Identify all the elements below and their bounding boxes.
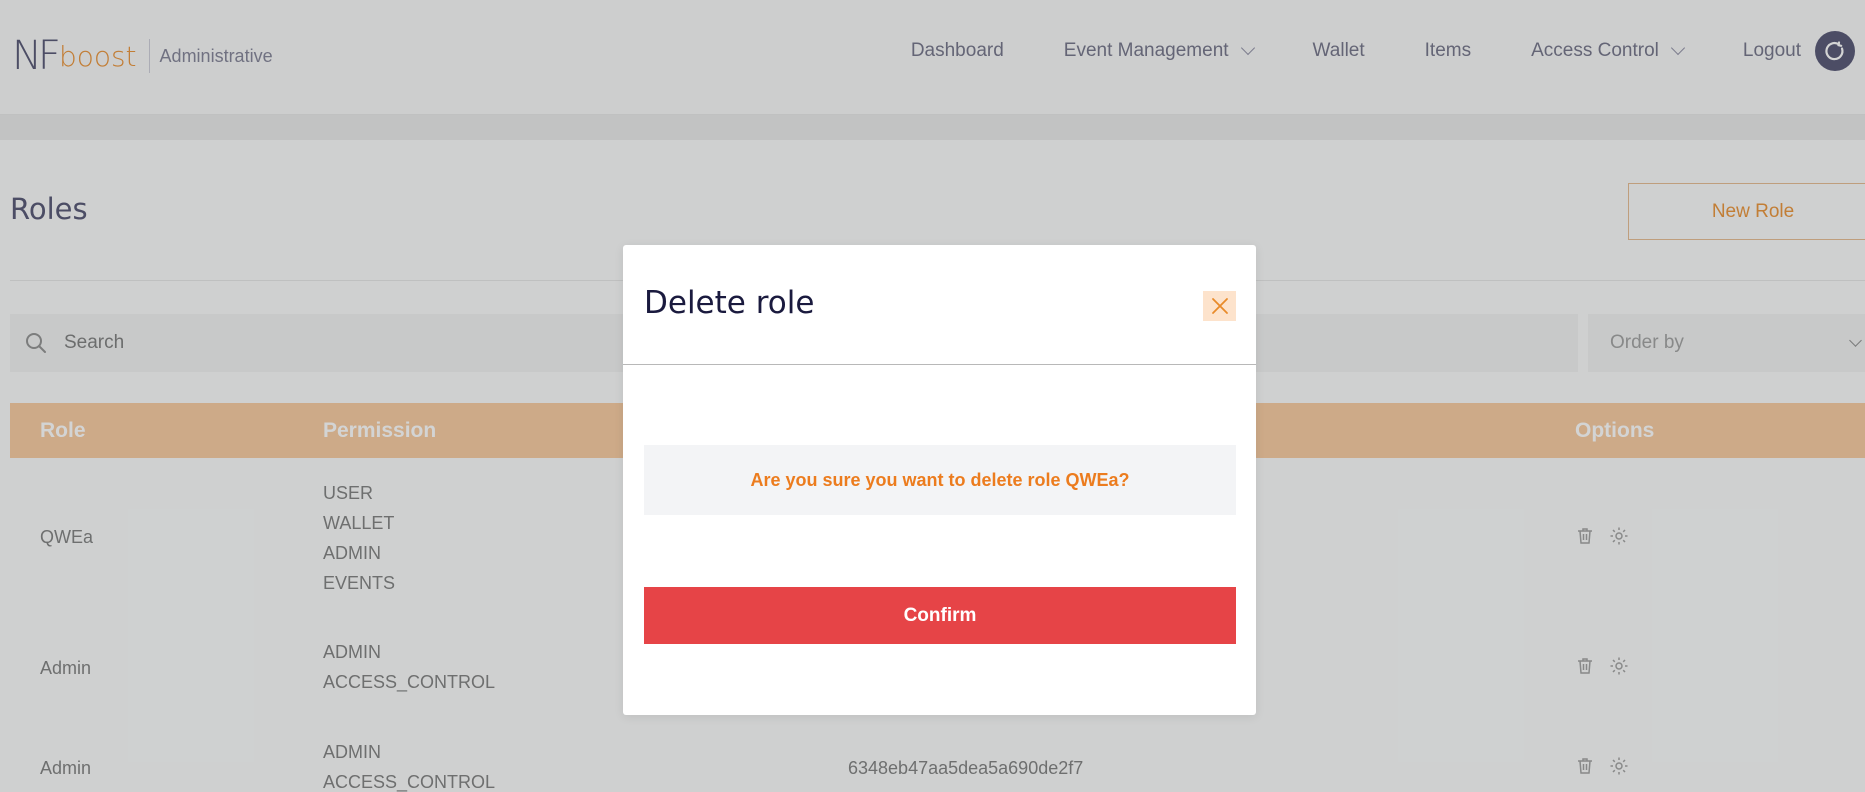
close-icon [1211,298,1228,314]
confirmation-message: Are you sure you want to delete role QWE… [644,445,1236,515]
delete-role-dialog: Delete role Are you sure you want to del… [623,245,1256,715]
dialog-divider [623,364,1256,365]
confirm-button[interactable]: Confirm [644,587,1236,644]
close-button[interactable] [1203,291,1236,321]
dialog-title: Delete role [644,285,815,321]
